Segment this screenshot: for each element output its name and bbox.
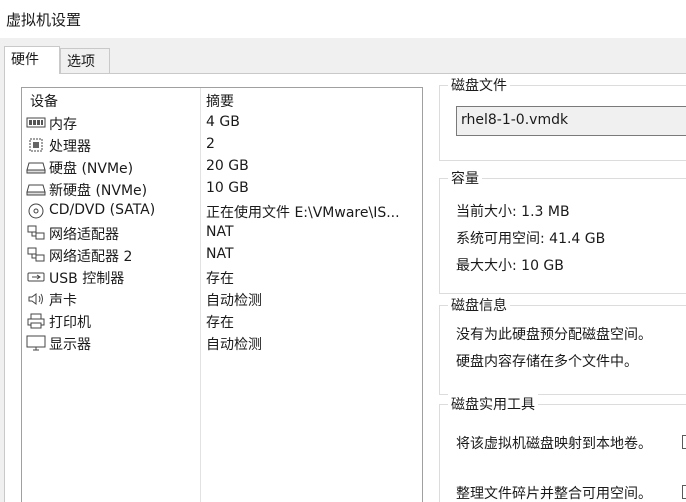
device-summary: 自动检测: [206, 337, 262, 353]
usb-icon: [26, 269, 46, 285]
processor-icon: [26, 137, 46, 153]
device-row-usb-controller[interactable]: USB 控制器 存在: [22, 266, 422, 288]
device-row-new-hard-disk[interactable]: 新硬盘 (NVMe) 10 GB: [22, 178, 422, 200]
group-legend: 容量: [448, 168, 482, 188]
device-name: 内存: [49, 117, 77, 133]
device-summary: NAT: [206, 246, 234, 262]
device-row-network-adapter[interactable]: 网络适配器 NAT: [22, 222, 422, 244]
device-summary: 存在: [206, 315, 234, 331]
device-summary: 正在使用文件 E:\VMware\IS...: [206, 205, 400, 221]
device-row-hard-disk[interactable]: 硬盘 (NVMe) 20 GB: [22, 156, 422, 178]
device-name: 新硬盘 (NVMe): [49, 183, 148, 199]
defragment-description: 整理文件碎片并整合可用空间。: [456, 486, 652, 502]
title-bar: 虚拟机设置: [0, 0, 686, 38]
device-summary: 存在: [206, 271, 234, 287]
device-name: 网络适配器 2: [49, 249, 133, 265]
memory-icon: [26, 115, 46, 131]
device-summary: 自动检测: [206, 293, 262, 309]
max-size-label: 最大大小: 10 GB: [456, 258, 564, 274]
device-name: 处理器: [49, 139, 91, 155]
device-name: 声卡: [49, 293, 77, 309]
capacity-group: 容量 当前大小: 1.3 MB 系统可用空间: 41.4 GB 最大大小: 10…: [439, 168, 686, 294]
device-summary: 2: [206, 136, 215, 152]
group-legend: 磁盘实用工具: [448, 394, 538, 414]
network-adapter-icon: [26, 247, 46, 263]
tab-options[interactable]: 选项: [60, 48, 110, 73]
device-summary: 4 GB: [206, 114, 240, 130]
group-legend: 磁盘信息: [448, 295, 510, 315]
map-disk-description: 将该虚拟机磁盘映射到本地卷。: [456, 436, 652, 452]
column-header-device[interactable]: 设备: [30, 88, 58, 110]
preallocation-info: 没有为此硬盘预分配磁盘空间。: [456, 327, 652, 343]
device-row-printer[interactable]: 打印机 存在: [22, 310, 422, 332]
cd-dvd-icon: [26, 203, 46, 219]
device-name: 打印机: [49, 315, 91, 331]
group-legend: 磁盘文件: [448, 75, 510, 95]
disk-info-group: 磁盘信息 没有为此硬盘预分配磁盘空间。 硬盘内容存储在多个文件中。: [439, 295, 686, 395]
disk-file-path-field[interactable]: rhel8-1-0.vmdk: [456, 106, 686, 136]
device-name: 硬盘 (NVMe): [49, 161, 134, 177]
map-disk-button[interactable]: [682, 435, 686, 449]
hard-disk-icon: [26, 181, 46, 197]
dialog-client-area: 硬件 选项 设备 摘要 内存 4 GB 处理器 2 硬盘 (NVMe) 20 G…: [0, 38, 686, 502]
current-size-label: 当前大小: 1.3 MB: [456, 204, 570, 220]
printer-icon: [26, 313, 46, 329]
device-summary: 20 GB: [206, 158, 249, 174]
device-row-processor[interactable]: 处理器 2: [22, 134, 422, 156]
device-name: USB 控制器: [49, 271, 125, 287]
tab-hardware[interactable]: 硬件: [4, 46, 60, 74]
device-name: 网络适配器: [49, 227, 119, 243]
device-summary: NAT: [206, 224, 234, 240]
device-row-memory[interactable]: 内存 4 GB: [22, 112, 422, 134]
sound-card-icon: [26, 291, 46, 307]
hardware-tab-panel: 设备 摘要 内存 4 GB 处理器 2 硬盘 (NVMe) 20 GB 新硬盘 …: [4, 73, 686, 502]
device-row-network-adapter-2[interactable]: 网络适配器 2 NAT: [22, 244, 422, 266]
device-row-sound-card[interactable]: 声卡 自动检测: [22, 288, 422, 310]
device-summary: 10 GB: [206, 180, 249, 196]
network-adapter-icon: [26, 225, 46, 241]
device-row-cd-dvd[interactable]: CD/DVD (SATA) 正在使用文件 E:\VMware\IS...: [22, 200, 422, 222]
window-title: 虚拟机设置: [6, 11, 82, 29]
disk-file-group: 磁盘文件 rhel8-1-0.vmdk: [439, 75, 686, 161]
device-row-display[interactable]: 显示器 自动检测: [22, 332, 422, 354]
device-name: CD/DVD (SATA): [49, 202, 156, 218]
device-name: 显示器: [49, 337, 91, 353]
device-list[interactable]: 设备 摘要 内存 4 GB 处理器 2 硬盘 (NVMe) 20 GB 新硬盘 …: [21, 87, 423, 502]
disk-utilities-group: 磁盘实用工具 将该虚拟机磁盘映射到本地卷。 整理文件碎片并整合可用空间。: [439, 394, 686, 502]
display-icon: [26, 335, 46, 351]
storage-info: 硬盘内容存储在多个文件中。: [456, 354, 638, 370]
defragment-button[interactable]: [682, 485, 686, 499]
column-header-summary[interactable]: 摘要: [206, 88, 234, 110]
available-space-label: 系统可用空间: 41.4 GB: [456, 231, 606, 247]
hard-disk-icon: [26, 159, 46, 175]
